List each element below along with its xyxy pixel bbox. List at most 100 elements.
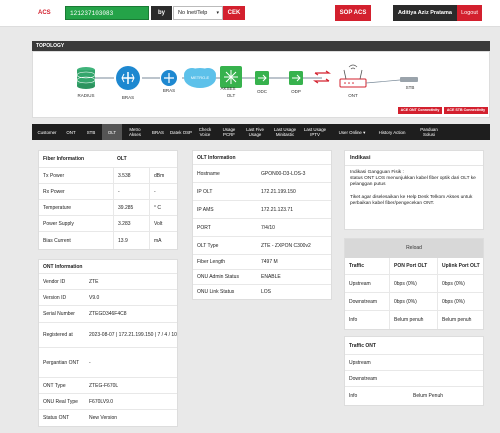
- row-value: 172.21.199.150: [261, 188, 296, 195]
- row-unit: mA: [149, 232, 177, 249]
- tab-ont[interactable]: ONT: [62, 124, 80, 140]
- row-value: ZTEGD346F4C8: [89, 311, 127, 317]
- table-row: IP OLT 172.21.199.150: [193, 183, 331, 201]
- row-label: Upstream: [349, 359, 371, 366]
- chevron-down-icon: ▾: [216, 10, 219, 16]
- cek-button[interactable]: CEK: [223, 6, 245, 20]
- radius-label: RADIUS: [77, 93, 94, 98]
- row-value: ZTE: [89, 278, 99, 285]
- row-label: Vendor ID: [43, 278, 66, 285]
- row-label: Info: [349, 393, 358, 399]
- row-value: 0bps (0%): [389, 275, 437, 292]
- traffic-ont-panel: Traffic ONT Upstream Downstream Info Bel…: [344, 336, 484, 406]
- table-row: Bias Current 13.9 mA: [39, 232, 177, 249]
- table-row: ONT Type ZTEG-F670L: [39, 378, 177, 394]
- tab-customer[interactable]: Customer: [34, 124, 60, 140]
- col-header: Traffic: [349, 263, 365, 269]
- tab-panduan-solusi[interactable]: Panduan Solusi: [414, 124, 444, 140]
- tab-bar: Customer ONT STB OLT Metro Akses BRAS Da…: [32, 124, 490, 140]
- akses-label: AKSES: [220, 86, 235, 91]
- traffic-header-row: Traffic PON Port OLT Uplink Port OLT: [345, 258, 483, 275]
- bras-router-icon: [116, 66, 140, 90]
- row-value: Belum penuh: [389, 311, 437, 329]
- row-label: IP AMS: [197, 206, 214, 213]
- tab-last-usage-minitastic[interactable]: Last Usage Minitastic: [270, 124, 300, 140]
- search-input[interactable]: 121237103083: [65, 6, 149, 20]
- table-row: ONU Admin Status ENABLE: [193, 270, 331, 285]
- olt-info-panel: OLT Information Hostname GPON00-D3-LOS-3…: [192, 150, 332, 300]
- row-value: LOS: [261, 289, 272, 295]
- row-label: Status ONT: [43, 415, 70, 421]
- metro-label: METRO-E: [191, 75, 210, 80]
- metro-cloud-icon: METRO-E: [184, 68, 216, 88]
- tab-check-voice[interactable]: Check Voice: [194, 124, 216, 140]
- row-unit: -: [149, 184, 177, 199]
- row-value: 7497 M: [261, 259, 278, 265]
- row-value: F670LV9.0: [89, 398, 114, 405]
- los-arrows-icon: [313, 70, 331, 84]
- table-row: OLT Type ZTE - ZXPON C300v2: [193, 237, 331, 255]
- table-row: Tx Power 3.538 dBm: [39, 168, 177, 184]
- tab-user-online[interactable]: User Online ▾: [334, 124, 370, 140]
- row-value: 3.538: [113, 168, 149, 183]
- bras-label: BRAS: [122, 95, 134, 100]
- row-value: ZTEG-F670L: [89, 382, 119, 389]
- tab-history-action[interactable]: History Action: [374, 124, 410, 140]
- table-row: Upstream: [345, 355, 483, 371]
- table-row: Upstream 0bps (0%) 0bps (0%): [345, 275, 483, 293]
- tab-datek-osp[interactable]: Datek OSP: [170, 124, 192, 140]
- table-row: Vendor ID ZTE: [39, 274, 177, 290]
- ace-stb-connectivity-button[interactable]: ACE STB Connectivity: [444, 107, 488, 114]
- tab-stb[interactable]: STB: [82, 124, 100, 140]
- chevron-down-icon: ▾: [363, 129, 366, 135]
- row-label: Hostname: [197, 170, 220, 177]
- olt-info-title: OLT Information: [197, 154, 236, 161]
- logout-button[interactable]: Logout: [457, 5, 482, 21]
- odc-icon: [255, 71, 269, 85]
- row-value: New Version: [89, 415, 118, 421]
- tab-metro-akses[interactable]: Metro Akses: [124, 124, 146, 140]
- reload-button[interactable]: Reload: [345, 239, 483, 258]
- traffic-ont-title: Traffic ONT: [349, 342, 376, 349]
- table-row: Rx Power - -: [39, 184, 177, 200]
- row-value: ZTE - ZXPON C300v2: [261, 242, 311, 249]
- ace-ont-connectivity-button[interactable]: ACE ONT Connectivity: [398, 107, 442, 114]
- row-label: Bias Current: [43, 237, 71, 244]
- row-label: ONU Link Status: [197, 289, 235, 295]
- row-label: IP OLT: [197, 188, 213, 195]
- table-row: Power Supply 3.283 Volt: [39, 216, 177, 232]
- sop-acs-button[interactable]: SOP ACS: [335, 5, 371, 21]
- row-label: Downstream: [349, 298, 378, 305]
- odc-label: ODC: [257, 89, 268, 94]
- row-label: Temperature: [43, 204, 72, 211]
- row-value: ENABLE: [261, 274, 281, 280]
- bras2-icon: [161, 70, 177, 86]
- row-label: ONT Type: [43, 382, 66, 389]
- topology-title: TOPOLOGY: [32, 41, 490, 51]
- bras2-label: BRAS: [163, 88, 175, 93]
- radius-icon: [76, 67, 96, 89]
- search-type-value: No Inet/Telp: [178, 10, 208, 16]
- ont-info-title: ONT Information: [43, 263, 83, 270]
- indikasi-line3: Tiket agar diselesaikan ke Help Desk Tel…: [350, 195, 473, 206]
- divider: [345, 165, 483, 166]
- row-value: 13.9: [113, 232, 149, 249]
- table-row: Downstream 0bps (0%) 0bps (0%): [345, 293, 483, 311]
- row-label: OLT Type: [197, 242, 219, 249]
- tab-bras[interactable]: BRAS: [148, 124, 168, 140]
- tab-user-online-label: User Online: [338, 129, 362, 135]
- olt-label: OLT: [227, 93, 236, 98]
- tab-last-usage-iptv[interactable]: Last Usage IPTV: [302, 124, 328, 140]
- search-type-select[interactable]: No Inet/Telp ▾: [173, 6, 223, 20]
- table-row: Pergantian ONT -: [39, 348, 177, 378]
- tab-usage-pcrf[interactable]: Usage PCRF: [218, 124, 240, 140]
- tab-olt[interactable]: OLT: [102, 124, 122, 140]
- row-label: Fiber Length: [197, 259, 226, 265]
- row-label: Serial Number: [43, 311, 75, 317]
- row-label: Version ID: [43, 294, 67, 301]
- tab-last-five-usage[interactable]: Last Five Usage: [242, 124, 268, 140]
- odp-label: ODP: [291, 89, 301, 94]
- olt-icon: [220, 66, 242, 88]
- table-row: Hostname GPON00-D3-LOS-3: [193, 165, 331, 183]
- row-value: -: [113, 184, 149, 199]
